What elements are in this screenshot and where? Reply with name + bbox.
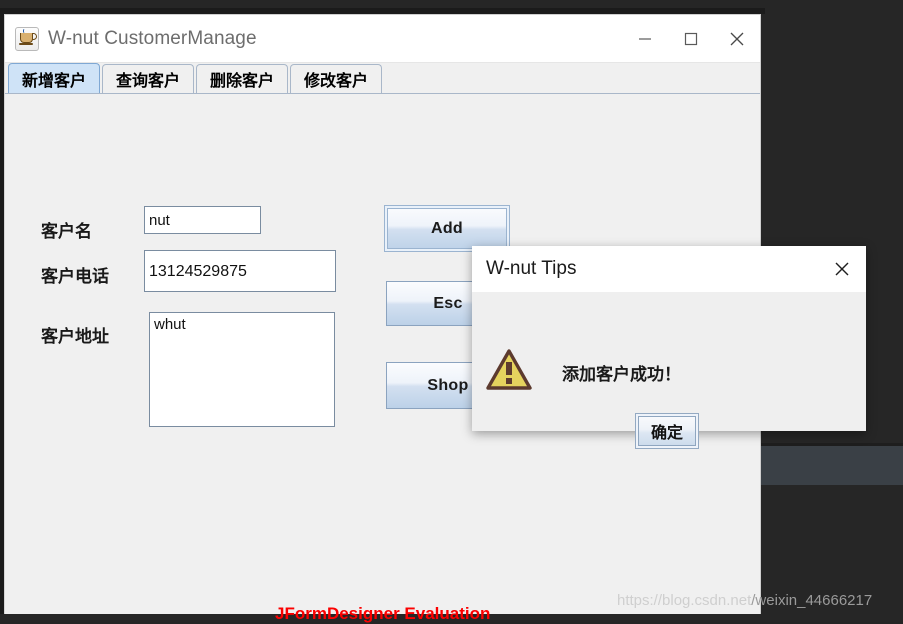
tips-dialog: W-nut Tips 添加客户成功！ 确定 [472,246,866,449]
tab-modify-customer[interactable]: 修改客户 [290,64,383,93]
close-icon[interactable] [818,247,866,292]
dialog-message: 添加客户成功！ [562,365,681,384]
tab-label: 修改客户 [304,73,369,90]
customer-phone-label: 客户电话 [41,267,109,286]
tab-delete-customer[interactable]: 删除客户 [196,64,289,93]
add-button[interactable]: Add [384,205,510,252]
dialog-titlebar: W-nut Tips [472,246,866,292]
customer-name-input[interactable]: nut [144,206,261,234]
dialog-ok-button[interactable]: 确定 [635,413,699,449]
watermark-prefix: https://blog.csdn.net [617,592,752,609]
esc-button-label: Esc [433,294,463,312]
window-controls [622,16,760,62]
tab-bar: 新增客户 查询客户 删除客户 修改客户 [5,63,760,94]
warning-triangle-icon [486,349,532,390]
tab-label: 查询客户 [116,73,181,90]
watermark-suffix: /weixin_44666217 [751,592,873,609]
customer-phone-input[interactable]: 13124529875 [144,250,336,292]
tab-label: 新增客户 [22,72,87,90]
window-titlebar: W-nut CustomerManage [5,15,760,63]
dialog-title: W-nut Tips [486,258,577,279]
close-icon[interactable] [714,16,760,62]
evaluation-notice: JFormDesigner Evaluation [275,604,491,623]
tab-query-customer[interactable]: 查询客户 [102,64,195,93]
tab-add-customer[interactable]: 新增客户 [8,63,101,93]
blog-watermark: https://blog.csdn.net/weixin_44666217 [617,592,872,609]
dialog-body: 添加客户成功！ 确定 [472,292,866,449]
maximize-icon[interactable] [668,16,714,62]
window-title: W-nut CustomerManage [48,27,257,49]
dialog-ok-label: 确定 [650,425,683,442]
customer-name-label: 客户名 [41,222,92,241]
customer-address-label: 客户地址 [41,327,109,346]
tab-label: 删除客户 [210,73,275,90]
minimize-icon[interactable] [622,16,668,62]
java-coffee-cup-icon [15,26,39,51]
shop-button-label: Shop [427,376,469,394]
add-button-label: Add [430,219,463,237]
customer-address-input[interactable]: whut [149,312,335,427]
